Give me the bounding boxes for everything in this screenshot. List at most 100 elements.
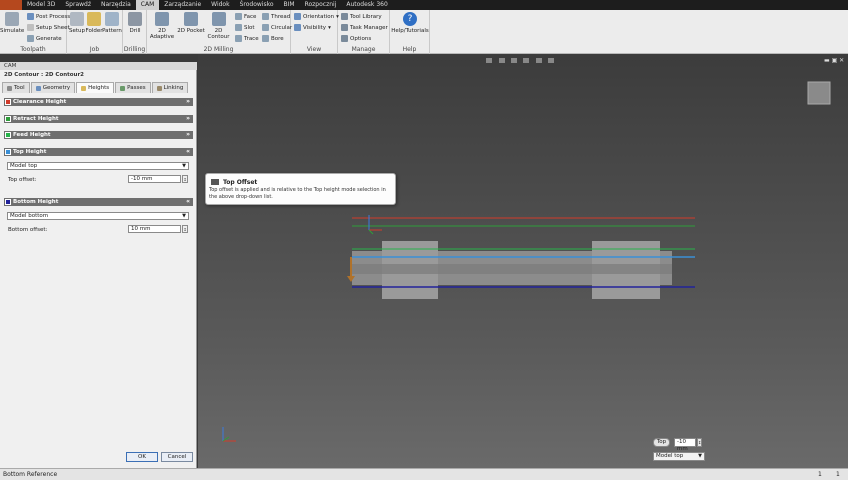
bottom-height-mode-value: Model bottom [10, 213, 49, 219]
top-offset-spinner[interactable]: ↕ [182, 175, 188, 183]
orientation-label: Orientation [303, 13, 335, 20]
trace-label: Trace [244, 35, 259, 42]
bottom-height-mode-select[interactable]: Model bottom ▼ [7, 212, 189, 220]
trace-button[interactable]: Trace [235, 34, 259, 43]
ribbon-group-toolpath: Simulate Post Process Setup Sheet Genera… [0, 10, 70, 54]
pattern-button[interactable]: Pattern [102, 12, 122, 34]
slot-button[interactable]: Slot [235, 23, 255, 32]
ribbon-group-2d-milling: 2D Adaptive 2D Pocket 2D Contour Face Sl… [147, 10, 292, 54]
drill-button[interactable]: Drill [123, 12, 147, 34]
viewport-offset-spinner[interactable]: ↕ [697, 438, 702, 447]
cam-operation-panel: CAM 2D Contour : 2D Contour2 Tool Geomet… [0, 62, 197, 468]
bottom-offset-label: Bottom offset: [8, 227, 48, 233]
simulate-button[interactable]: Simulate [0, 12, 24, 34]
folder-icon [87, 12, 101, 26]
linking-icon [156, 85, 162, 91]
tab-tool[interactable]: Tool [2, 82, 30, 93]
tab-geometry-label: Geometry [42, 85, 71, 91]
visibility-label: Visibility [303, 24, 327, 31]
viewcube-icon[interactable] [807, 81, 831, 105]
menu-item-autodesk360[interactable]: Autodesk 360 [341, 0, 392, 10]
menu-item-cam[interactable]: CAM [135, 0, 160, 10]
task-manager-label: Task Manager [350, 24, 388, 31]
circular-button[interactable]: Circular [262, 23, 292, 32]
tab-passes-label: Passes [127, 85, 146, 91]
menu-item-narzedzia[interactable]: Narzędzia [96, 0, 136, 10]
ok-button[interactable]: OK [126, 452, 158, 462]
2d-adaptive-button[interactable]: 2D Adaptive [147, 12, 177, 40]
circular-label: Circular [271, 24, 293, 31]
tooltip-title: Top Offset [223, 179, 258, 186]
viewport-mode-value: Model top [656, 453, 684, 459]
2d-pocket-label: 2D Pocket [177, 28, 205, 34]
top-height-mode-select[interactable]: Model top ▼ [7, 162, 189, 170]
menu-item-sprawdz[interactable]: Sprawdź [60, 0, 96, 10]
setup-button[interactable]: Setup [68, 12, 86, 34]
retract-height-header[interactable]: Retract Height » [4, 115, 193, 123]
2d-pocket-button[interactable]: 2D Pocket [177, 12, 205, 34]
top-offset-label: Top offset: [8, 177, 37, 183]
feed-height-header[interactable]: Feed Height » [4, 131, 193, 139]
viewport-toolbar[interactable] [486, 58, 554, 63]
cancel-button[interactable]: Cancel [161, 452, 193, 462]
thread-button[interactable]: Thread [262, 12, 290, 21]
viewport-offset-input[interactable]: -10 mm [674, 438, 696, 452]
slot-icon [235, 24, 242, 31]
panel-title: CAM [0, 62, 197, 70]
retract-height-label: Retract Height [13, 116, 59, 122]
post-process-icon [27, 13, 34, 20]
menu-item-bim[interactable]: BIM [279, 0, 300, 10]
clearance-color-swatch [5, 99, 11, 105]
bore-button[interactable]: Bore [262, 34, 284, 43]
job-group-label: Job [89, 46, 100, 53]
bottom-offset-input[interactable]: 10 mm [128, 225, 181, 233]
generate-label: Generate [36, 35, 62, 42]
tab-heights-label: Heights [88, 85, 110, 91]
heights-icon [81, 85, 87, 91]
post-process-button[interactable]: Post Process [27, 12, 70, 21]
tab-passes[interactable]: Passes [115, 82, 151, 93]
expand-icon: » [186, 98, 190, 105]
face-button[interactable]: Face [235, 12, 256, 21]
svg-text:▬ ▣ ✕: ▬ ▣ ✕ [824, 57, 844, 64]
bore-icon [262, 35, 269, 42]
folder-button[interactable]: Folder [85, 12, 103, 34]
3d-viewport[interactable]: ▬ ▣ ✕ Top -10 mm ↕ Model top ▼ [198, 54, 848, 468]
tab-heights[interactable]: Heights [76, 82, 115, 93]
setup-icon [70, 12, 84, 26]
viewport-window-controls[interactable]: ▬ ▣ ✕ [824, 57, 844, 64]
visibility-button[interactable]: Visibility ▾ [294, 23, 331, 32]
clearance-height-header[interactable]: Clearance Height » [4, 98, 193, 106]
expand-icon: » [186, 115, 190, 122]
options-button[interactable]: Options [341, 34, 371, 43]
bottom-height-header[interactable]: Bottom Height « [4, 198, 193, 206]
top-height-header[interactable]: Top Height « [4, 148, 193, 156]
orientation-button[interactable]: Orientation ▾ [294, 12, 339, 21]
2d-contour-button[interactable]: 2D Contour [204, 12, 233, 40]
app-menu-button[interactable] [0, 0, 22, 10]
tooltip-body: Top offset is applied and is relative to… [209, 187, 386, 200]
menu-item-model3d[interactable]: Model 3D [22, 0, 60, 10]
top-offset-input[interactable]: -10 mm [128, 175, 181, 183]
generate-button[interactable]: Generate [27, 34, 62, 43]
menu-item-zarzadzanie[interactable]: Zarządzanie [159, 0, 206, 10]
menu-item-rozpocznij[interactable]: Rozpocznij [300, 0, 342, 10]
menu-item-srodowisko[interactable]: Środowisko [235, 0, 279, 10]
viewport-mode-select[interactable]: Model top ▼ [653, 452, 705, 461]
2d-contour-icon [211, 12, 226, 26]
menu-item-widok[interactable]: Widok [206, 0, 234, 10]
face-label: Face [244, 13, 257, 20]
status-count-1: 1 [818, 471, 822, 478]
setup-sheet-button[interactable]: Setup Sheet [27, 23, 70, 32]
viewport-top-label[interactable]: Top [653, 438, 670, 447]
view-group-label: View [306, 46, 322, 53]
task-manager-button[interactable]: Task Manager [341, 23, 388, 32]
tab-geometry[interactable]: Geometry [30, 82, 76, 93]
bottom-height-label: Bottom Height [13, 199, 59, 205]
bottom-offset-spinner[interactable]: ↕ [182, 225, 188, 233]
tab-linking[interactable]: Linking [151, 82, 189, 93]
help-tutorials-button[interactable]: ? Help/Tutorials [390, 12, 430, 34]
chevron-down-icon: ▼ [182, 213, 186, 219]
tool-library-button[interactable]: Tool Library [341, 12, 382, 21]
menu-bar: Model 3D Sprawdź Narzędzia CAM Zarządzan… [0, 0, 848, 10]
